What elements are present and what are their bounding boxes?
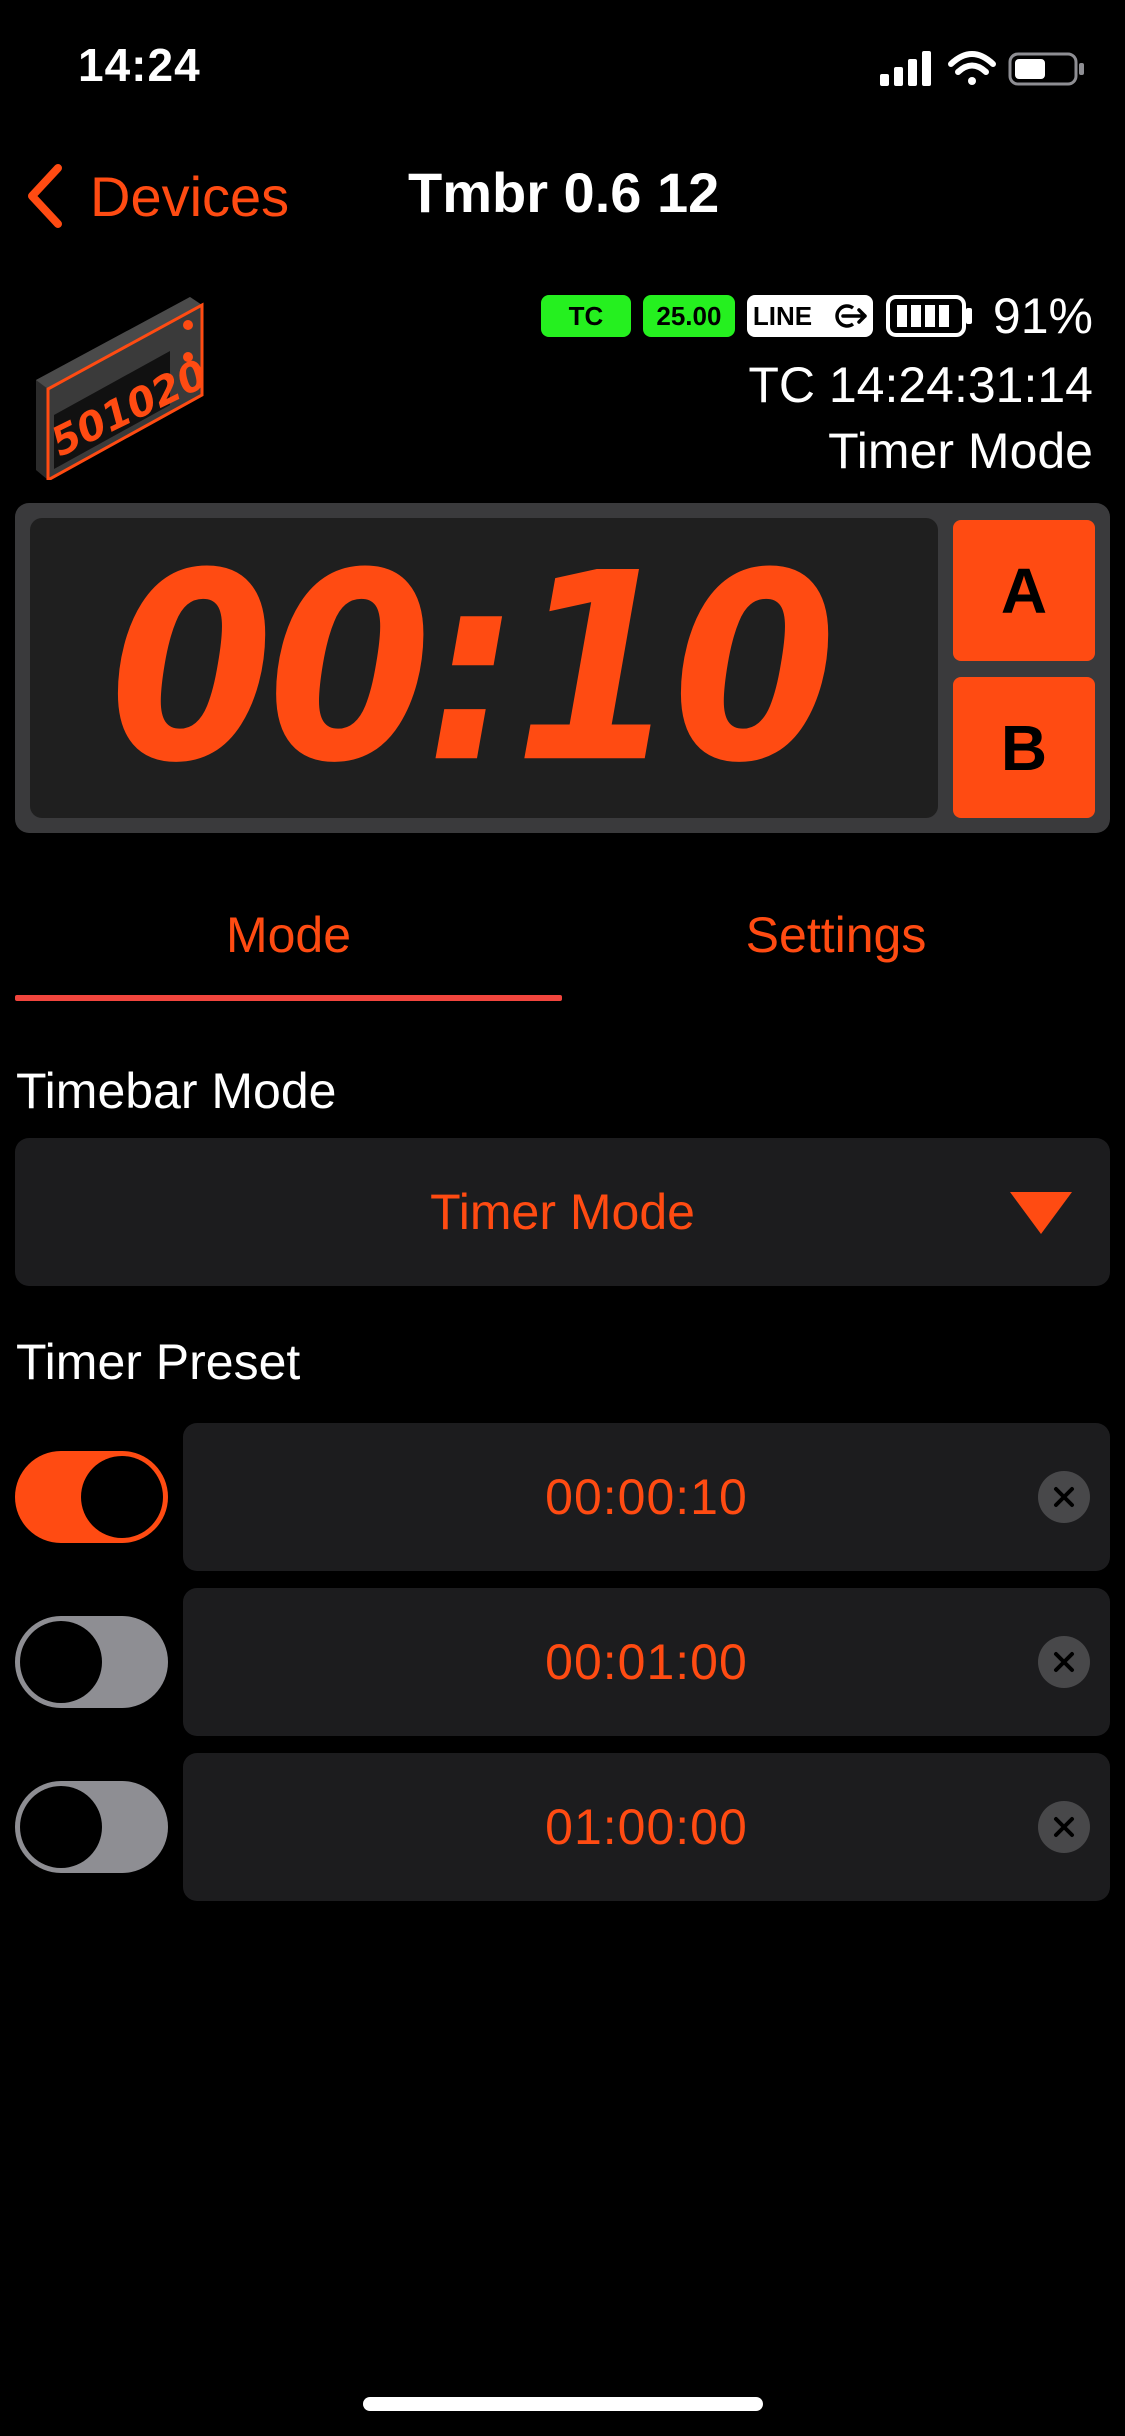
timebar-mode-select[interactable]: Timer Mode <box>15 1138 1110 1286</box>
preset-field-3[interactable]: 01:00:00 <box>183 1753 1110 1901</box>
page-title: Tmbr 0.6 12 <box>408 161 720 224</box>
clear-preset-1-button[interactable] <box>1038 1471 1090 1523</box>
back-label: Devices <box>90 164 290 228</box>
preset-toggle-2[interactable] <box>15 1616 168 1708</box>
chevron-left-icon <box>28 164 62 228</box>
toggle-knob <box>20 1621 102 1703</box>
active-tab-indicator <box>15 995 562 1001</box>
line-badge-label: LINE <box>752 300 813 331</box>
status-icons <box>878 46 1088 90</box>
toggle-knob <box>81 1456 163 1538</box>
home-indicator[interactable] <box>363 2397 763 2411</box>
clear-preset-3-button[interactable] <box>1038 1801 1090 1853</box>
line-out-icon <box>835 304 867 328</box>
tab-mode[interactable]: Mode <box>15 895 562 975</box>
preset-value-3: 01:00:00 <box>545 1799 748 1855</box>
timer-display: 00:10 <box>30 518 938 818</box>
preset-toggle-3[interactable] <box>15 1781 168 1873</box>
timer-preset-label: Timer Preset <box>16 1334 301 1390</box>
timecode-readout: TC 14:24:31:14 <box>748 357 1093 413</box>
mode-readout: Timer Mode <box>828 423 1093 479</box>
timer-digits: 00:10 <box>109 518 836 818</box>
battery-icon <box>1008 52 1084 86</box>
dropdown-arrow-icon <box>1010 1192 1072 1234</box>
battery-percent: 91% <box>992 288 1093 344</box>
toggle-knob <box>20 1786 102 1868</box>
fps-badge: 25.00 <box>642 295 735 337</box>
status-badges: TC 25.00 LINE 91% <box>540 288 1093 344</box>
preset-field-1[interactable]: 00:00:10 <box>183 1423 1110 1571</box>
clear-preset-2-button[interactable] <box>1038 1636 1090 1688</box>
preset-value-2: 00:01:00 <box>545 1634 748 1690</box>
preset-field-2[interactable]: 00:01:00 <box>183 1588 1110 1736</box>
back-button[interactable]: Devices <box>24 160 289 232</box>
device-battery-icon <box>885 295 972 337</box>
timebar-mode-value: Timer Mode <box>430 1184 695 1240</box>
button-a[interactable]: A <box>953 520 1095 661</box>
tc-badge: TC <box>540 295 631 337</box>
close-icon <box>1054 1487 1074 1507</box>
tab-settings[interactable]: Settings <box>562 895 1110 975</box>
line-badge: LINE <box>746 295 873 337</box>
timebar-mode-label: Timebar Mode <box>16 1063 337 1119</box>
button-b[interactable]: B <box>953 677 1095 818</box>
wifi-icon <box>948 51 996 85</box>
preset-value-1: 00:00:10 <box>545 1469 748 1525</box>
close-icon <box>1054 1817 1074 1837</box>
preset-toggle-1[interactable] <box>15 1451 168 1543</box>
close-icon <box>1054 1652 1074 1672</box>
signal-icon <box>880 51 931 86</box>
device-image: 501020 <box>30 285 214 483</box>
status-time: 14:24 <box>78 39 201 91</box>
